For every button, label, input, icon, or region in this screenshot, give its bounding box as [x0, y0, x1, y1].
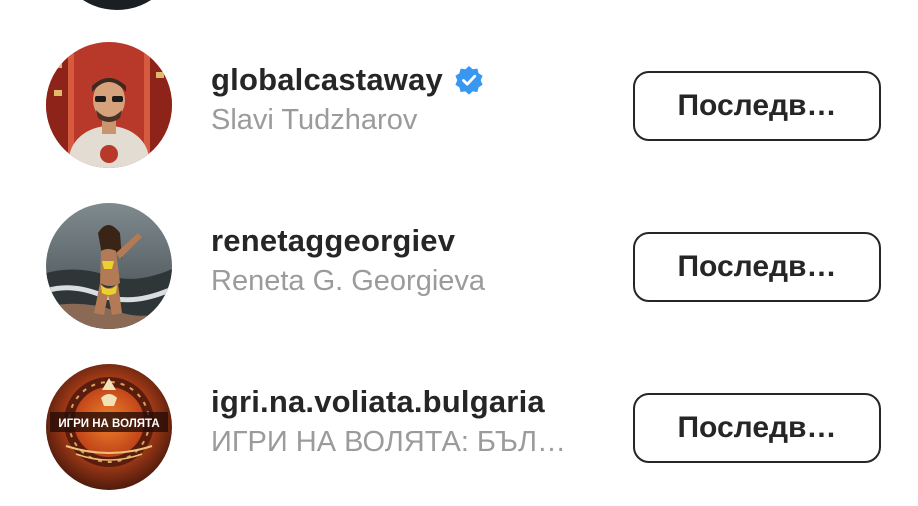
avatar[interactable] — [46, 42, 172, 168]
avatar-photo-man-icon — [46, 42, 172, 168]
list-item[interactable]: globalcastaway Slavi Tudzharov Последв… — [0, 42, 918, 174]
verified-badge-icon — [454, 65, 484, 95]
username[interactable]: igri.na.voliata.bulgaria — [211, 384, 545, 420]
list-item[interactable]: renetaggeorgiev Reneta G. Georgieva Посл… — [0, 203, 918, 335]
logo-text: ИГРИ НА ВОЛЯТА — [58, 418, 159, 430]
avatar[interactable] — [46, 203, 172, 329]
username[interactable]: globalcastaway — [211, 62, 443, 98]
avatar-partial-previous-item[interactable] — [54, 0, 180, 10]
follow-button[interactable]: Последв… — [633, 71, 881, 141]
avatar[interactable]: ИГРИ НА ВОЛЯТА — [46, 364, 172, 490]
avatar-photo-woman-icon — [46, 203, 172, 329]
list-item[interactable]: ИГРИ НА ВОЛЯТА igri.na.voliata.bulgaria … — [0, 364, 918, 496]
username[interactable]: renetaggeorgiev — [211, 223, 455, 259]
username-line[interactable]: globalcastaway — [211, 60, 484, 100]
follow-button[interactable]: Последв… — [633, 232, 881, 302]
full-name: Slavi Tudzharov — [211, 104, 418, 136]
avatar-logo-icon: ИГРИ НА ВОЛЯТА — [46, 364, 172, 490]
username-line[interactable]: igri.na.voliata.bulgaria — [211, 382, 545, 422]
full-name: Reneta G. Georgieva — [211, 265, 486, 297]
username-line[interactable]: renetaggeorgiev — [211, 221, 455, 261]
follow-button[interactable]: Последв… — [633, 393, 881, 463]
full-name: ИГРИ НА ВОЛЯТА: БЪЛ… — [211, 426, 566, 458]
